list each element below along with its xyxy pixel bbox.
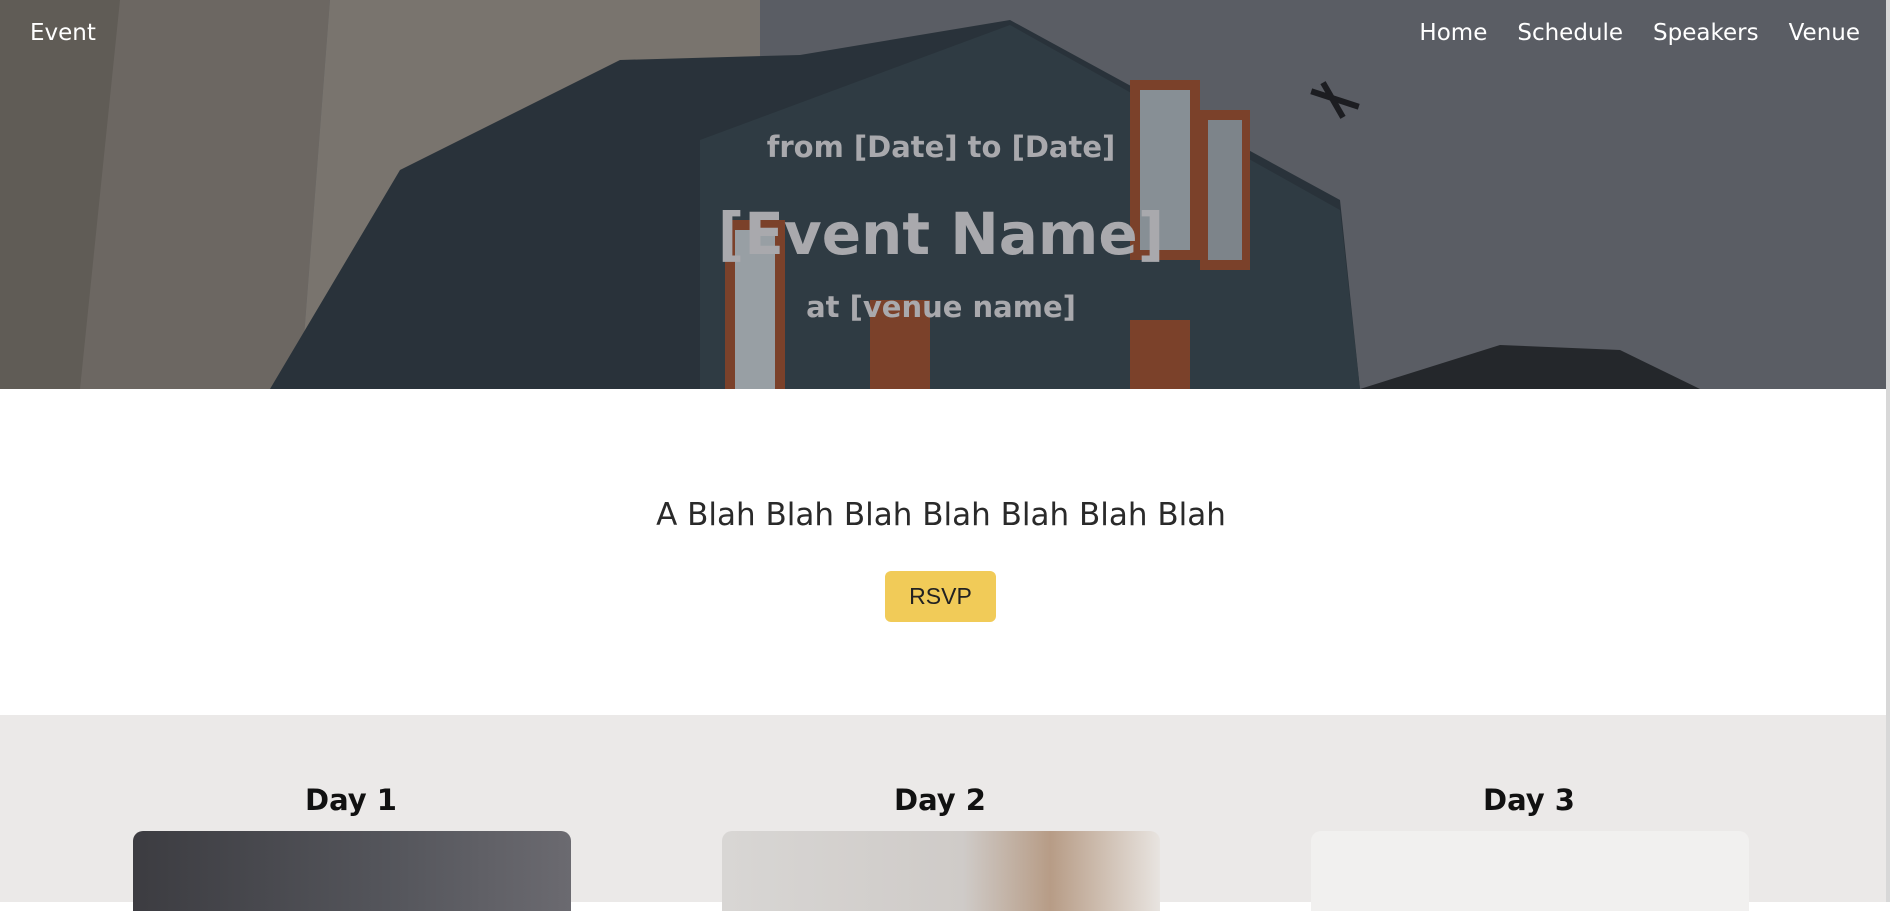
day-2-column: Day 2 xyxy=(721,783,1159,817)
day-1-image-card[interactable] xyxy=(133,831,571,911)
nav-link-venue[interactable]: Venue xyxy=(1789,20,1860,46)
tagline: A Blah Blah Blah Blah Blah Blah Blah xyxy=(656,497,1226,533)
nav-link-home[interactable]: Home xyxy=(1419,20,1487,46)
day-1-column: Day 1 xyxy=(132,783,570,817)
brand-link[interactable]: Event xyxy=(30,20,96,46)
top-navbar: Event Home Schedule Speakers Venue xyxy=(0,0,1886,66)
day-3-heading: Day 3 xyxy=(1483,783,1575,817)
event-venue: at [venue name] xyxy=(806,290,1076,324)
day-2-heading: Day 2 xyxy=(894,783,986,817)
intro-section: A Blah Blah Blah Blah Blah Blah Blah RSV… xyxy=(0,389,1886,715)
schedule-section: Day 1 Day 2 Day 3 xyxy=(0,715,1886,911)
hero-banner: Event Home Schedule Speakers Venue from … xyxy=(0,0,1886,389)
nav-link-schedule[interactable]: Schedule xyxy=(1517,20,1623,46)
day-1-heading: Day 1 xyxy=(305,783,397,817)
page-scrollbar[interactable] xyxy=(1886,0,1890,902)
nav-link-speakers[interactable]: Speakers xyxy=(1653,20,1759,46)
day-3-column: Day 3 xyxy=(1310,783,1748,817)
event-title: [Event Name] xyxy=(717,200,1165,268)
rsvp-button[interactable]: RSVP xyxy=(885,571,996,622)
day-3-image-card[interactable] xyxy=(1311,831,1749,911)
day-2-image-card[interactable] xyxy=(722,831,1160,911)
nav-menu: Home Schedule Speakers Venue xyxy=(1419,20,1860,46)
event-date-range: from [Date] to [Date] xyxy=(766,130,1116,164)
